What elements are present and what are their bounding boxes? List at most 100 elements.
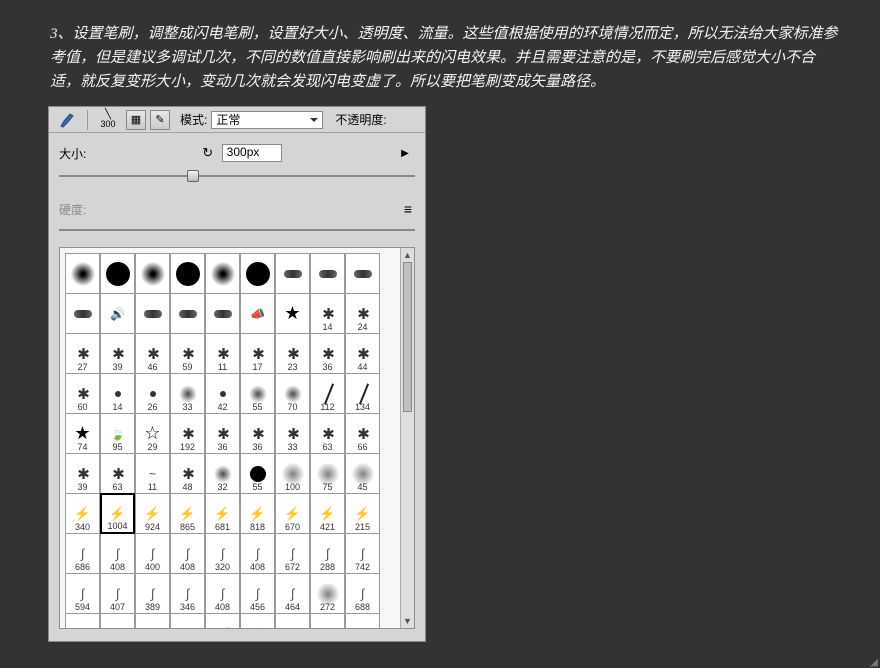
resize-handle-icon[interactable]: ◢	[870, 657, 878, 668]
brush-preset[interactable]: ✱36	[205, 413, 240, 454]
brush-preset[interactable]: ✱14	[310, 293, 345, 334]
brush-preset[interactable]: 272	[310, 573, 345, 614]
brush-preset[interactable]: 📣	[240, 293, 275, 334]
brush-preset[interactable]: ⚡340	[65, 493, 100, 534]
blend-mode-select[interactable]: 正常	[211, 111, 323, 129]
brush-preset[interactable]: 33	[170, 373, 205, 414]
brush-preset[interactable]: 32	[205, 453, 240, 494]
brush-preset[interactable]	[205, 293, 240, 334]
reset-size-icon[interactable]: ↻	[200, 145, 216, 161]
brush-preset[interactable]: ∫320	[205, 533, 240, 574]
brush-preset[interactable]: 26	[135, 373, 170, 414]
brush-preset[interactable]: 42	[205, 373, 240, 414]
brush-preset[interactable]: 112	[310, 373, 345, 414]
brush-preset[interactable]: 🐾389	[275, 613, 310, 628]
brush-preset[interactable]: ∫672	[275, 533, 310, 574]
brush-preset[interactable]: ∫688	[345, 573, 380, 614]
scroll-up-icon[interactable]: ▲	[401, 248, 414, 262]
brush-preset[interactable]: 134	[345, 373, 380, 414]
brush-preset[interactable]: ❅337	[310, 613, 345, 628]
brush-preset[interactable]	[100, 253, 135, 294]
brush-preset[interactable]: ✱44	[345, 333, 380, 374]
scroll-thumb[interactable]	[403, 262, 412, 412]
brush-preset[interactable]: ✱36	[240, 413, 275, 454]
brush-preset[interactable]: ∫742	[345, 533, 380, 574]
flyout-icon[interactable]: ▶	[395, 148, 415, 159]
brush-preset[interactable]: ✶405	[345, 613, 380, 628]
hardness-slider[interactable]	[59, 221, 415, 239]
brush-preset[interactable]: ⚡1004	[100, 493, 135, 534]
scroll-down-icon[interactable]: ▼	[401, 614, 414, 628]
brush-preset[interactable]: ∫408	[100, 533, 135, 574]
brush-preset[interactable]: ✱23	[275, 333, 310, 374]
brush-preset[interactable]: 75	[310, 453, 345, 494]
brush-preset[interactable]: ∫594	[65, 573, 100, 614]
brush-preset[interactable]: ✱66	[345, 413, 380, 454]
brush-preset[interactable]: ∫686	[65, 533, 100, 574]
brush-preset[interactable]: 🍠608	[205, 613, 240, 628]
scrollbar[interactable]: ▲ ▼	[400, 248, 414, 628]
brush-preset[interactable]	[65, 253, 100, 294]
brush-preset[interactable]: ✱60	[65, 373, 100, 414]
brush-preset[interactable]	[135, 253, 170, 294]
brush-preset[interactable]: ✱24	[345, 293, 380, 334]
brush-preset[interactable]: ∫442	[65, 613, 100, 628]
brush-preset[interactable]: ∫346	[170, 573, 205, 614]
brush-preset[interactable]: ✱17	[240, 333, 275, 374]
brush-preset[interactable]: ∫408	[170, 533, 205, 574]
brush-preset[interactable]: ✱48	[170, 453, 205, 494]
panel-menu-icon[interactable]: ≡	[401, 201, 415, 217]
brush-preset[interactable]: ✱192	[170, 413, 205, 454]
brush-preset[interactable]: ⚡818	[240, 493, 275, 534]
brush-preset[interactable]: ∫288	[310, 533, 345, 574]
brush-preset[interactable]: ∫400	[135, 533, 170, 574]
brush-preset[interactable]: 14	[100, 373, 135, 414]
brush-preset[interactable]: ∫360	[100, 613, 135, 628]
brush-preset[interactable]: ∫408	[205, 573, 240, 614]
brush-tool-icon[interactable]	[55, 109, 81, 131]
size-input[interactable]: 300px	[222, 144, 282, 162]
brush-preset[interactable]: ✱11	[205, 333, 240, 374]
brush-preset[interactable]: ✱46	[135, 333, 170, 374]
brush-preset[interactable]: ⚡865	[170, 493, 205, 534]
brush-preset[interactable]	[135, 293, 170, 334]
brush-preset[interactable]: ✱39	[100, 333, 135, 374]
brush-preset[interactable]: 🥒608	[240, 613, 275, 628]
brush-size-dropdown[interactable]: ╲ 300	[94, 109, 122, 131]
brush-preset[interactable]: ∫464	[275, 573, 310, 614]
brush-preset[interactable]: 55	[240, 373, 275, 414]
brush-preset[interactable]: ∫408	[240, 533, 275, 574]
brush-preset[interactable]: 🔊	[100, 293, 135, 334]
brush-preset[interactable]: ✱63	[100, 453, 135, 494]
brush-preset[interactable]: ∫456	[240, 573, 275, 614]
brush-preset[interactable]: ∫229	[170, 613, 205, 628]
brush-preset[interactable]	[170, 293, 205, 334]
brush-preset[interactable]: ⚡421	[310, 493, 345, 534]
brush-preset[interactable]: ∫407	[100, 573, 135, 614]
brush-preset[interactable]: ∫303	[135, 613, 170, 628]
brush-preset[interactable]	[205, 253, 240, 294]
brush-preset[interactable]: 100	[275, 453, 310, 494]
brush-preset[interactable]	[65, 293, 100, 334]
brush-preset[interactable]: ✱36	[310, 333, 345, 374]
tablet-pressure-icon[interactable]: ✎	[150, 110, 170, 130]
brush-preset[interactable]: 55	[240, 453, 275, 494]
toggle-panel-button[interactable]: ▦	[126, 110, 146, 130]
brush-preset[interactable]	[240, 253, 275, 294]
brush-preset[interactable]: ∫389	[135, 573, 170, 614]
brush-preset[interactable]	[345, 253, 380, 294]
brush-preset[interactable]: ✱33	[275, 413, 310, 454]
brush-preset[interactable]: ★	[275, 293, 310, 334]
brush-preset[interactable]: ✱63	[310, 413, 345, 454]
brush-preset[interactable]: 45	[345, 453, 380, 494]
brush-preset[interactable]: ✱39	[65, 453, 100, 494]
brush-preset[interactable]: 🍃95	[100, 413, 135, 454]
brush-preset[interactable]: ⚡215	[345, 493, 380, 534]
brush-preset[interactable]: ⚡681	[205, 493, 240, 534]
brush-preset[interactable]	[310, 253, 345, 294]
brush-preset[interactable]: ☆29	[135, 413, 170, 454]
brush-preset[interactable]: ⚡924	[135, 493, 170, 534]
brush-preset[interactable]: ⚡670	[275, 493, 310, 534]
size-slider[interactable]	[59, 167, 415, 185]
brush-preset[interactable]: ✱59	[170, 333, 205, 374]
